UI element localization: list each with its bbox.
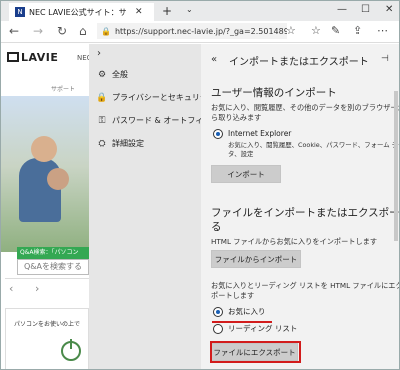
favorites-hub-icon[interactable]: ☆ [311,24,321,37]
radio-unselected-icon [213,324,223,334]
settings-nav-pane: › ⚙ 全般 🔒 プライバシーとセキュリティ ⚿ パスワード & オートフィル … [89,44,215,369]
maximize-icon[interactable]: ☐ [361,4,370,15]
radio-selected-icon [213,307,223,317]
favorites-radio[interactable]: お気に入り [213,307,266,317]
tab-close-icon[interactable]: ✕ [135,7,143,17]
settings-item-password[interactable]: ⚿ パスワード & オートフィル [95,115,212,126]
url-text: https://support.nec-lavie.jp/?_ga=2.5014… [114,26,287,36]
web-page: LAVIE NEC サポート Q&A検索：「パソコン Q&Aを検索する ‹ › … [1,44,89,369]
expand-chevron-icon[interactable]: › [97,48,101,59]
settings-item-privacy[interactable]: 🔒 プライバシーとセキュリティ [95,92,215,103]
radio-selected-icon [213,129,223,139]
minimize-icon[interactable]: — [337,4,347,15]
lock-icon: 🔒 [101,26,111,36]
card-text: パソコンをお使いの上で [14,321,81,328]
hero-image [1,96,89,252]
nec-text: NEC [77,54,89,62]
gear-icon: ⚙ [97,69,107,80]
file-heading-line2: る [211,221,222,233]
advanced-icon: ⛭ [98,138,106,149]
window-close-icon[interactable]: ✕ [385,4,393,15]
browser-window: N NEC LAVIE公式サイト：サ ✕ + ⌄ — ☐ ✕ ← → ↻ ⌂ 🔒… [0,0,400,370]
ie-source-radio[interactable]: Internet Explorer [213,129,291,139]
refresh-icon[interactable]: ↻ [57,24,67,38]
file-heading-line1: ファイルをインポートまたはエクスポートす [211,207,400,219]
ie-source-label: Internet Explorer [228,129,292,138]
support-text[interactable]: サポート [51,84,75,93]
url-input[interactable]: 🔒 https://support.nec-lavie.jp/?_ga=2.50… [97,23,287,39]
lock-icon: 🔒 [96,92,108,103]
tab-list-chevron-icon[interactable]: ⌄ [186,5,193,14]
chevron-left-icon[interactable]: ‹ [9,282,13,295]
tab-title: NEC LAVIE公式サイト：サ [29,7,127,17]
settings-item-advanced[interactable]: ⛭ 詳細設定 [95,138,144,149]
qa-search-input[interactable]: Q&Aを検索する [17,259,89,275]
back-icon[interactable]: ← [9,24,19,38]
panel-scrollbar[interactable] [394,91,398,241]
forward-icon[interactable]: → [33,24,43,38]
pin-icon[interactable]: ⊣ [381,54,389,64]
lavie-logo[interactable]: LAVIE [7,51,58,64]
share-icon[interactable]: ⇪ [353,24,362,37]
more-icon[interactable]: ⋯ [377,24,388,37]
back-double-chevron-icon[interactable]: « [211,54,217,65]
import-from-file-button[interactable]: ファイルからインポート [211,250,301,268]
export-desc-line1: お気に入りとリーディング リストを HTML ファイルにエクス [211,281,400,290]
power-icon [61,339,81,361]
pen-icon[interactable]: ✎ [331,24,340,37]
settings-item-general[interactable]: ⚙ 全般 [95,69,128,80]
favorites-label: お気に入り [228,307,266,316]
site-favicon-icon: N [15,7,25,17]
ie-source-sub-line1: お気に入り、閲覧履歴、Cookie、パスワード、フォーム デー [228,141,400,149]
address-bar-row: ← → ↻ ⌂ 🔒 https://support.nec-lavie.jp/?… [1,21,399,43]
new-tab-icon[interactable]: + [162,4,172,18]
chevron-right-icon[interactable]: › [35,282,39,295]
tab-bar: N NEC LAVIE公式サイト：サ ✕ + ⌄ — ☐ ✕ [1,1,399,21]
import-desc-line2: ら取り込みます [211,113,262,122]
key-icon: ⚿ [98,115,106,126]
import-button[interactable]: インポート [211,165,281,183]
export-button-highlight [210,341,301,363]
reading-list-label: リーディング リスト [228,324,298,333]
favorite-star-icon[interactable]: ☆ [286,24,296,37]
reading-list-radio[interactable]: リーディング リスト [213,324,297,334]
home-icon[interactable]: ⌂ [79,24,87,38]
support-card[interactable]: パソコンをお使いの上で [5,308,89,369]
import-desc-line1: お気に入り、閲覧履歴、その他のデータを別のブラウザーか [211,103,400,112]
panel-title: インポートまたはエクスポート [229,57,369,68]
ie-source-sub-line2: タ、設定 [228,150,254,158]
html-import-desc: HTML ファイルからお気に入りをインポートします [211,237,378,246]
export-desc-line2: ポートします [211,291,255,300]
qa-label: Q&A検索：「パソコン [17,247,89,259]
favorites-underline-highlight [212,321,272,323]
carousel-pager: ‹ › [5,278,89,298]
import-heading: ユーザー情報のインポート [211,87,337,99]
browser-tab[interactable]: N NEC LAVIE公式サイト：サ ✕ [9,3,154,21]
